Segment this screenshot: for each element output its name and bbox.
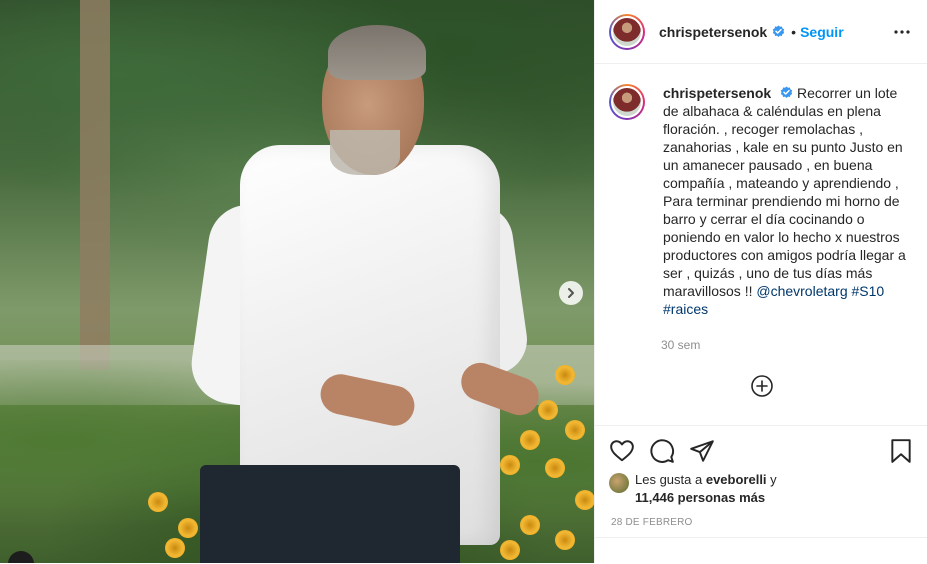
next-photo-button[interactable] bbox=[559, 281, 583, 305]
instagram-post: chrispetersenok • Seguir chrispetersenok bbox=[0, 0, 927, 563]
post-photo[interactable] bbox=[0, 0, 594, 563]
likes-prefix: Les gusta a bbox=[635, 472, 703, 487]
likes-conjunction: y bbox=[770, 472, 777, 487]
post-header: chrispetersenok • Seguir bbox=[595, 0, 927, 64]
chevron-right-icon bbox=[568, 288, 574, 298]
caption-username[interactable]: chrispetersenok bbox=[663, 85, 771, 101]
person-jeans bbox=[200, 465, 460, 563]
caption-hashtag-link[interactable]: #raices bbox=[663, 301, 708, 317]
separator-dot: • bbox=[791, 23, 797, 40]
comment-input-bar bbox=[595, 537, 927, 564]
liker-avatar[interactable] bbox=[609, 473, 629, 493]
more-options-button[interactable] bbox=[891, 21, 913, 43]
post-caption: chrispetersenok Recorrer un lote de alba… bbox=[609, 84, 919, 318]
caption-time-ago[interactable]: 30 sem bbox=[661, 338, 700, 352]
photo-flower bbox=[178, 518, 198, 538]
post-date[interactable]: 28 DE FEBRERO bbox=[611, 517, 693, 528]
action-icons-row bbox=[595, 426, 927, 466]
photo-wooden-post bbox=[80, 0, 110, 370]
photo-flower bbox=[165, 538, 185, 558]
avatar-image bbox=[611, 86, 643, 118]
caption-mention-link[interactable]: @chevroletarg bbox=[756, 283, 847, 299]
author-username[interactable]: chrispetersenok bbox=[659, 24, 767, 40]
heart-icon[interactable] bbox=[609, 438, 635, 464]
photo-person bbox=[186, 25, 545, 563]
verified-badge-icon bbox=[773, 25, 785, 37]
author-avatar[interactable] bbox=[609, 13, 645, 50]
liker-username[interactable]: eveborelli bbox=[706, 472, 767, 487]
photo-flower bbox=[538, 400, 558, 420]
more-options-icon bbox=[894, 29, 910, 34]
avatar-image bbox=[611, 15, 643, 48]
photo-flower bbox=[565, 420, 585, 440]
add-comment-icon bbox=[751, 375, 773, 397]
post-side-panel: chrispetersenok • Seguir chrispetersenok bbox=[594, 0, 927, 563]
bookmark-icon[interactable] bbox=[888, 438, 914, 464]
photo-flower bbox=[555, 365, 575, 385]
caption-body: Recorrer un lote de albahaca & caléndula… bbox=[663, 85, 906, 299]
comment-icon[interactable] bbox=[649, 438, 675, 464]
photo-flower bbox=[545, 458, 565, 478]
caption-hashtag-link[interactable]: #S10 bbox=[852, 283, 885, 299]
post-actions-section: Les gusta a eveborelli y 11,446 personas… bbox=[595, 425, 927, 528]
likes-text: Les gusta a eveborelli y 11,446 personas… bbox=[635, 471, 777, 507]
share-icon[interactable] bbox=[689, 438, 715, 464]
follow-button[interactable]: Seguir bbox=[800, 24, 844, 40]
person-beard bbox=[330, 130, 400, 175]
likes-summary: Les gusta a eveborelli y 11,446 personas… bbox=[609, 471, 777, 507]
likes-count-link[interactable]: 11,446 personas más bbox=[635, 490, 765, 505]
person-hair bbox=[328, 25, 426, 80]
photo-flower bbox=[575, 490, 594, 510]
photo-flower bbox=[555, 530, 575, 550]
verified-badge-icon bbox=[780, 86, 793, 98]
caption-text-block: chrispetersenok Recorrer un lote de alba… bbox=[663, 84, 908, 318]
caption-author-avatar[interactable] bbox=[609, 84, 645, 120]
add-comment-button[interactable] bbox=[751, 375, 773, 397]
photo-flower bbox=[148, 492, 168, 512]
